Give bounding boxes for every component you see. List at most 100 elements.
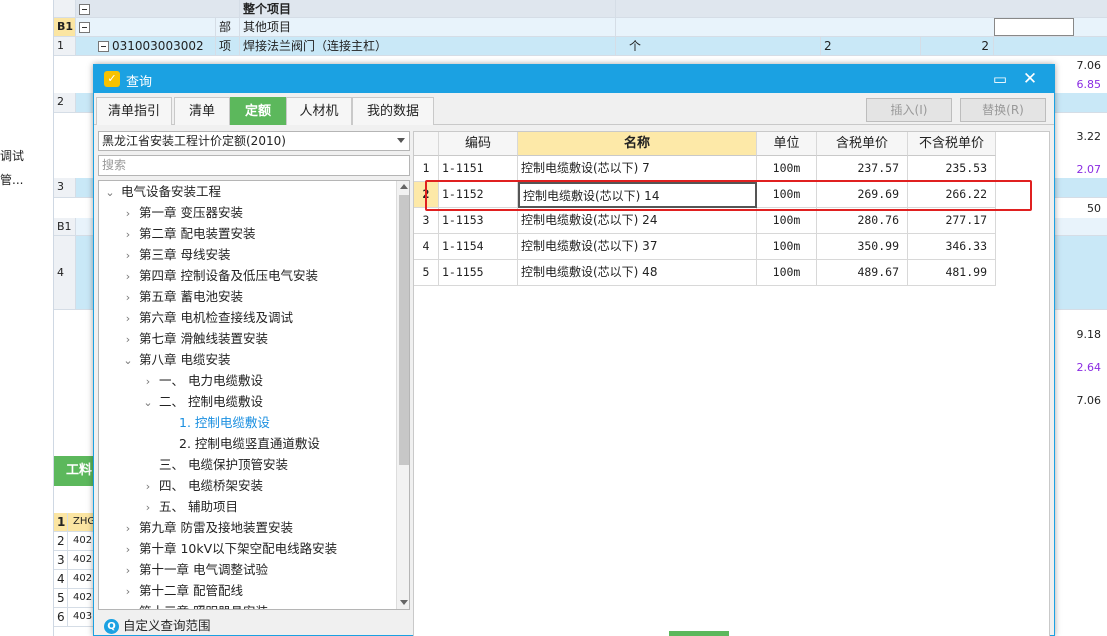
row-number: 1 xyxy=(54,37,76,55)
tree-node[interactable]: ⌄ 电气设备安装工程 xyxy=(99,181,221,202)
tab-list[interactable]: 清单 xyxy=(174,97,230,125)
tree-node[interactable]: 三、 电缆保护顶管安装 xyxy=(99,454,288,475)
row-number: 2 xyxy=(54,532,68,550)
tree-node[interactable]: › 第四章 控制设备及低压电气安装 xyxy=(99,265,318,286)
chevron-right-icon[interactable]: › xyxy=(121,560,135,581)
cell-unit: 100m xyxy=(757,208,817,234)
tree-node-label: 第二章 配电装置安装 xyxy=(139,226,256,241)
tree-node[interactable]: ⌄ 二、 控制电缆敷设 xyxy=(99,391,263,412)
cell-code: 1-1155 xyxy=(439,260,518,286)
chevron-right-icon[interactable]: › xyxy=(121,539,135,560)
col-header-price-notax[interactable]: 不含税单价 xyxy=(908,132,996,156)
tree-scrollbar[interactable] xyxy=(396,181,409,609)
chevron-right-icon[interactable]: › xyxy=(141,371,155,392)
tree-node[interactable]: › 第十三章 照明器具安装 xyxy=(99,601,268,609)
chevron-down-icon[interactable]: ⌄ xyxy=(103,182,117,203)
cell-name: 控制电缆敷设(芯以下) 48 xyxy=(518,260,757,286)
row-type: 项 xyxy=(216,37,240,55)
tree-node-label: 四、 电缆桥架安装 xyxy=(159,478,263,493)
tree-node[interactable]: › 第三章 母线安装 xyxy=(99,244,231,266)
custom-query-label: 自定义查询范围 xyxy=(123,618,211,633)
cell-price-tax: 280.76 xyxy=(817,208,908,234)
tab-quota[interactable]: 定额 xyxy=(230,97,286,125)
col-header-price-tax[interactable]: 含税单价 xyxy=(817,132,908,156)
tab-materials[interactable]: 人材机 xyxy=(286,97,352,125)
tree-node[interactable]: › 第五章 蓄电池安装 xyxy=(99,286,243,307)
tree-node-label: 三、 电缆保护顶管安装 xyxy=(159,457,288,472)
chevron-right-icon[interactable]: › xyxy=(121,224,135,245)
resize-handle[interactable] xyxy=(669,631,729,636)
side-label-1[interactable]: 调试 xyxy=(0,147,24,164)
tree-node-label: 一、 电力电缆敷设 xyxy=(159,373,263,388)
collapse-icon[interactable] xyxy=(98,41,109,52)
col-header-code[interactable]: 编码 xyxy=(439,132,518,156)
chevron-down-icon[interactable]: ⌄ xyxy=(121,350,135,371)
chevron-right-icon[interactable]: › xyxy=(121,245,135,266)
cell-price-notax: 266.22 xyxy=(908,182,996,208)
col-header-unit[interactable]: 单位 xyxy=(757,132,817,156)
dialog-titlebar[interactable]: ✓ 查询 ▭ ✕ xyxy=(94,65,1054,93)
tree-node-label: 1. 控制电缆敷设 xyxy=(179,415,270,430)
row-name: 其他项目 xyxy=(240,18,616,36)
chevron-right-icon[interactable]: › xyxy=(141,476,155,497)
tree-node[interactable]: › 第二章 配电装置安装 xyxy=(99,223,256,245)
maximize-icon[interactable]: ▭ xyxy=(990,69,1010,89)
col-header-name[interactable]: 名称 xyxy=(518,132,757,156)
bg-row-1[interactable]: 1 031003003002 项 焊接法兰阀门（连接主杠） 个 2 2 xyxy=(54,37,1107,56)
tree-node[interactable]: › 五、 辅助项目 xyxy=(99,496,238,517)
cell-name: 控制电缆敷设(芯以下) 7 xyxy=(518,156,757,182)
chevron-right-icon[interactable]: › xyxy=(121,581,135,602)
chevron-right-icon[interactable]: › xyxy=(141,497,155,518)
cell-name: 控制电缆敷设(芯以下) 14 xyxy=(518,182,757,208)
insert-button[interactable]: 插入(I) xyxy=(866,98,952,122)
chevron-right-icon[interactable]: › xyxy=(121,602,135,609)
col-header-index xyxy=(414,132,439,156)
collapse-icon[interactable] xyxy=(79,22,90,33)
tree-node[interactable]: › 第七章 滑触线装置安装 xyxy=(99,328,268,349)
scroll-down-icon[interactable] xyxy=(400,600,408,605)
tree-node[interactable]: › 第十一章 电气调整试验 xyxy=(99,559,268,580)
tree-node[interactable]: › 第十二章 配管配线 xyxy=(99,580,243,601)
chevron-right-icon[interactable]: › xyxy=(121,203,135,224)
chevron-right-icon[interactable]: › xyxy=(121,518,135,539)
row-number: 4 xyxy=(54,236,76,309)
tree-node[interactable]: › 第六章 电机检查接线及调试 xyxy=(99,307,293,328)
tree-node[interactable]: ⌄ 第八章 电缆安装 xyxy=(99,349,230,370)
close-icon[interactable]: ✕ xyxy=(1020,69,1040,89)
side-label-2[interactable]: 管... xyxy=(0,171,23,188)
cell-code: 1-1151 xyxy=(439,156,518,182)
tree-node[interactable]: 2. 控制电缆竖直通道敷设 xyxy=(99,433,320,454)
tree-node[interactable]: › 第十章 10kV以下架空配电线路安装 xyxy=(99,538,337,559)
tree-node[interactable]: 1. 控制电缆敷设 xyxy=(99,412,270,433)
tree-node[interactable]: › 四、 电缆桥架安装 xyxy=(99,475,263,496)
search-icon: Q xyxy=(104,619,119,634)
bg-edit-cell[interactable] xyxy=(994,18,1074,36)
search-input[interactable]: 搜索 xyxy=(98,155,410,176)
cell-price-notax: 277.17 xyxy=(908,208,996,234)
quota-selector[interactable]: 黑龙江省安装工程计价定额(2010) xyxy=(98,131,410,151)
chevron-down-icon[interactable]: ⌄ xyxy=(141,392,155,413)
bg-row-b1[interactable]: B1 部 其他项目 xyxy=(54,18,1107,37)
tab-list-guide[interactable]: 清单指引 xyxy=(96,97,172,125)
row-code: 031003003002 xyxy=(112,39,204,53)
tree-node[interactable]: › 第一章 变压器安装 xyxy=(99,202,243,223)
chevron-right-icon[interactable]: › xyxy=(121,266,135,287)
custom-query-range[interactable]: Q 自定义查询范围 xyxy=(104,617,211,635)
tree-node-label: 第十章 10kV以下架空配电线路安装 xyxy=(139,541,338,556)
tab-my-data[interactable]: 我的数据 xyxy=(352,97,434,125)
tree-node-label: 二、 控制电缆敷设 xyxy=(159,394,263,409)
cell-unit: 100m xyxy=(757,260,817,286)
tree-node-label: 第十三章 照明器具安装 xyxy=(139,604,268,609)
collapse-icon[interactable] xyxy=(79,4,90,15)
chevron-right-icon[interactable]: › xyxy=(121,287,135,308)
chevron-right-icon[interactable]: › xyxy=(121,329,135,350)
scroll-up-icon[interactable] xyxy=(400,184,408,189)
row-code: 402 xyxy=(70,589,94,607)
chevron-right-icon[interactable]: › xyxy=(121,308,135,329)
tree-node[interactable]: › 一、 电力电缆敷设 xyxy=(99,370,263,391)
replace-button[interactable]: 替换(R) xyxy=(960,98,1046,122)
tree-node[interactable]: › 第九章 防雷及接地装置安装 xyxy=(99,517,293,538)
material-tab[interactable]: 工料 xyxy=(54,456,94,486)
bg-bottom-list: 1 ZHG 2 402 3 402 4 402 5 402 6 403 xyxy=(54,513,94,636)
scroll-thumb[interactable] xyxy=(399,195,409,465)
